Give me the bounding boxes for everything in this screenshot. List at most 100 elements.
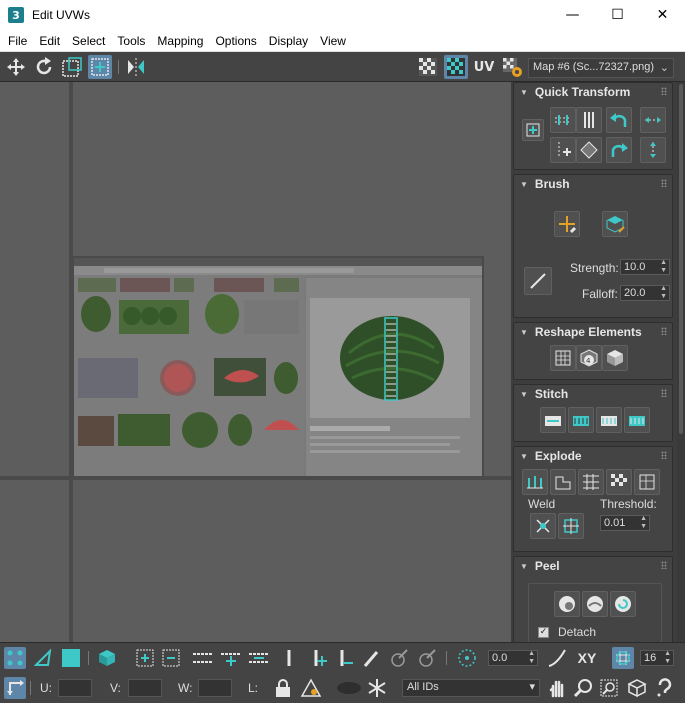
rollout-grip-icon[interactable] [661,451,667,459]
v-coordinate-field[interactable] [128,679,162,697]
menu-file[interactable]: File [2,34,33,48]
align-horizontal-icon[interactable] [550,107,576,133]
falloff-spinner[interactable]: 20.0 ▲ ▼ [620,285,670,301]
xy-axis-toggle[interactable]: XY [574,647,600,669]
pan-hand-icon[interactable] [546,677,568,699]
straighten-icon[interactable] [550,345,576,371]
u-coordinate-field[interactable] [58,679,92,697]
ring-remove-icon[interactable] [334,647,356,669]
uv-toggle[interactable]: UV [472,55,496,79]
shrink-selection-icon[interactable] [160,647,182,669]
rotate-icon[interactable] [32,55,56,79]
paint-move-icon[interactable] [554,211,580,237]
absolute-offset-icon[interactable] [4,677,26,699]
checker-split-icon[interactable] [606,469,632,495]
peel-header[interactable]: ▼ Peel [514,557,672,575]
cube-icon[interactable] [602,345,628,371]
detach-edge-icon[interactable] [550,469,576,495]
menu-mapping[interactable]: Mapping [151,34,209,48]
lock-icon[interactable] [272,677,294,699]
align-vertical-icon[interactable] [576,107,602,133]
stitch-custom-icon[interactable] [540,407,566,433]
rollout-grip-icon[interactable] [661,389,667,397]
menu-options[interactable]: Options [209,34,262,48]
hide-icon[interactable] [334,677,364,699]
ring-select-icon[interactable] [278,647,300,669]
loop-grow-icon[interactable] [192,647,214,669]
filter-selected-icon[interactable] [300,677,322,699]
close-button[interactable]: ✕ [640,0,685,30]
vertex-mode-icon[interactable] [4,647,26,669]
panel-scrollbar-thumb[interactable] [679,84,683,434]
frame-icon[interactable] [634,469,660,495]
rollout-grip-icon[interactable] [661,561,667,569]
grid-size-spinner[interactable]: 16 ▲ ▼ [640,650,674,666]
explode-header[interactable]: ▼ Explode [514,447,672,465]
relax-brush-icon[interactable] [602,211,628,237]
brush-header[interactable]: ▼ Brush [514,175,672,193]
detach-checkbox[interactable]: ✓ [538,627,549,638]
loop-add-icon[interactable] [220,647,242,669]
freeze-icon[interactable] [366,677,388,699]
help-icon[interactable] [654,677,676,699]
break-icon[interactable] [522,469,548,495]
rollout-grip-icon[interactable] [661,179,667,187]
zoom-icon[interactable] [572,677,594,699]
polygon-mode-icon[interactable] [60,647,82,669]
element-mode-icon[interactable] [96,647,118,669]
soft-selection-icon[interactable] [546,647,568,669]
stitch-average-icon[interactable] [596,407,622,433]
edge-mode-icon[interactable] [32,647,54,669]
map-settings-icon[interactable] [500,55,524,79]
space-horizontal-icon[interactable] [640,107,666,133]
rotation-spinner[interactable]: 0.0 ▲ ▼ [488,650,538,666]
strength-spinner[interactable]: 10.0 ▲ ▼ [620,259,670,275]
move-icon[interactable] [4,55,28,79]
paint-select-icon[interactable] [360,647,382,669]
rollout-grip-icon[interactable] [661,327,667,335]
maximize-button[interactable]: ☐ [595,0,640,30]
quick-peel-icon[interactable] [554,591,580,617]
rotate-cw-icon[interactable] [606,137,632,163]
uv-viewport[interactable] [0,82,511,642]
ring-add-icon[interactable] [308,647,330,669]
minimize-button[interactable]: — [550,0,595,30]
texture-map-select[interactable]: Map #6 (Sc...72327.png) ⌄ [528,58,674,78]
menu-display[interactable]: Display [263,34,314,48]
mirror-icon[interactable] [124,55,148,79]
align-diamond-icon[interactable] [576,137,602,163]
stitch-header[interactable]: ▼ Stitch [514,385,672,403]
grow-selection-icon[interactable] [134,647,156,669]
reshape-elements-header[interactable]: ▼ Reshape Elements [514,323,672,341]
checker-map-icon[interactable] [444,55,468,79]
rotate-ccw-icon[interactable] [606,107,632,133]
zoom-extents-icon[interactable] [626,677,648,699]
weld-selected-icon[interactable] [558,513,584,539]
quick-transform-header[interactable]: ▼ Quick Transform [514,83,672,101]
loop-remove-icon[interactable] [248,647,270,669]
material-id-select[interactable]: All IDs ▾ [402,679,540,697]
space-vertical-icon[interactable] [640,137,666,163]
freeform-icon[interactable] [88,55,112,79]
stitch-to-target-icon[interactable] [624,407,650,433]
reset-peel-icon[interactable] [610,591,636,617]
peel-mode-icon[interactable] [582,591,608,617]
menu-select[interactable]: Select [66,34,111,48]
weld-target-icon[interactable] [530,513,556,539]
rollout-grip-icon[interactable] [661,87,667,95]
scale-icon[interactable] [60,55,84,79]
flatten-icon[interactable] [578,469,604,495]
paint-grow-icon[interactable] [388,647,410,669]
zoom-region-icon[interactable] [598,677,620,699]
w-coordinate-field[interactable] [198,679,232,697]
align-center-icon[interactable] [522,119,544,141]
menu-view[interactable]: View [314,34,352,48]
menu-tools[interactable]: Tools [111,34,151,48]
threshold-spinner[interactable]: 0.01 ▲ ▼ [600,515,650,531]
rotation-snap-icon[interactable] [456,647,478,669]
grid-snap-icon[interactable] [612,647,634,669]
align-left-icon[interactable] [550,137,576,163]
menu-edit[interactable]: Edit [33,34,66,48]
stitch-to-source-icon[interactable] [568,407,594,433]
relax-icon[interactable]: 4 [576,345,602,371]
